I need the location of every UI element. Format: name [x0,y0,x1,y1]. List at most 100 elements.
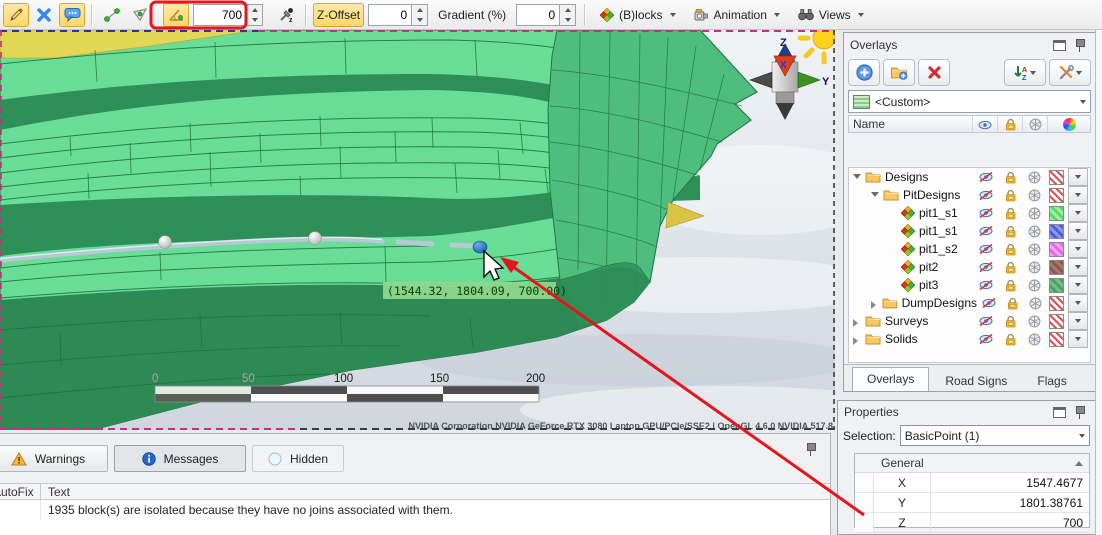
gradient-spin-arrows[interactable] [559,3,577,26]
pin-icon[interactable] [1074,38,1086,52]
expander-icon[interactable] [871,301,876,309]
wheel-toggle[interactable] [1024,297,1047,310]
tree-item-label[interactable]: PitDesigns [903,188,960,202]
tree-row[interactable]: Solids [849,330,1090,348]
swatch-dropdown-button[interactable] [1068,258,1088,276]
wheel-toggle[interactable] [1022,315,1046,328]
lock-toggle[interactable] [998,279,1022,292]
wheel-toggle[interactable] [1022,261,1046,274]
road-point[interactable] [308,231,322,245]
wheel-toggle[interactable] [1022,189,1046,202]
z-offset-spin-arrows[interactable] [411,3,429,26]
swatch-dropdown-button[interactable] [1068,312,1088,330]
tree-row[interactable]: pit1_s2 [849,240,1090,258]
lock-toggle[interactable] [998,333,1022,346]
color-column-header[interactable] [1047,116,1090,132]
maximize-icon[interactable] [1053,39,1066,51]
segment-tool-button[interactable] [99,3,125,27]
tools-button[interactable] [1049,59,1091,86]
views-menu-button[interactable]: Views [790,3,872,27]
tree-row[interactable]: pit1_s1 [849,222,1090,240]
lock-toggle[interactable] [998,171,1022,184]
animation-menu-button[interactable]: Animation [686,3,788,27]
comment-button[interactable] [59,2,85,27]
name-column-header[interactable]: Name [849,117,972,131]
wheel-toggle[interactable] [1022,225,1046,238]
pin-icon[interactable] [805,442,817,456]
visibility-toggle[interactable] [974,315,998,327]
expander-icon[interactable] [853,174,861,179]
wheel-column-header[interactable] [1022,116,1047,132]
z-offset-input[interactable] [368,3,412,26]
add-overlay-button[interactable] [848,59,880,86]
lock-toggle[interactable] [998,225,1022,238]
swatch-dropdown-button[interactable] [1068,330,1088,348]
text-column-header[interactable]: Text [40,484,830,499]
maximize-icon[interactable] [1053,406,1066,418]
color-swatch[interactable] [1048,187,1064,203]
hidden-button[interactable]: Hidden [252,445,344,472]
tree-item-label[interactable]: DumpDesigns [902,296,977,310]
warnings-button[interactable]: Warnings [0,445,108,472]
visibility-toggle[interactable] [974,243,998,255]
tree-item-label[interactable]: Surveys [885,314,928,328]
color-swatch[interactable] [1048,313,1064,329]
tree-item-label[interactable]: pit3 [919,278,938,292]
delete-point-button[interactable] [31,3,57,27]
tree-item-label[interactable]: pit1_s2 [919,242,958,256]
add-folder-button[interactable] [883,59,915,86]
visibility-toggle[interactable] [977,297,1000,309]
wheel-toggle[interactable] [1022,333,1046,346]
lock-toggle[interactable] [998,243,1022,256]
swatch-dropdown-button[interactable] [1068,168,1088,186]
swatch-dropdown-button[interactable] [1068,276,1088,294]
elevation-spin-arrows[interactable] [246,3,263,26]
autofix-column-header[interactable]: AutoFix [0,485,40,499]
tree-item-label[interactable]: pit1_s1 [919,224,958,238]
lock-toggle[interactable] [1000,297,1023,310]
expander-icon[interactable] [853,337,858,345]
selection-combobox[interactable]: BasicPoint (1) [899,425,1090,446]
expander-icon[interactable] [853,319,858,327]
edit-point-button[interactable] [3,2,29,27]
road-point[interactable] [158,235,172,249]
lock-toggle[interactable] [998,261,1022,274]
pick-z-button[interactable]: z [273,3,299,27]
lock-toggle[interactable] [998,207,1022,220]
wheel-toggle[interactable] [1022,207,1046,220]
property-value[interactable]: 700 [931,513,1089,532]
expander-icon[interactable] [871,192,879,197]
tree-row[interactable]: PitDesigns [849,186,1090,204]
property-value[interactable]: 1801.38761 [931,493,1089,512]
color-swatch[interactable] [1048,277,1064,293]
wheel-toggle[interactable] [1022,279,1046,292]
color-swatch[interactable] [1048,205,1064,221]
wheel-toggle[interactable] [1022,243,1046,256]
z-offset-button[interactable]: Z-Offset [313,2,365,27]
visibility-toggle[interactable] [974,207,998,219]
polygon-tool-button[interactable] [127,3,153,27]
3d-viewport[interactable]: (1544.32, 1804.09, 700.00) 0 50 100 150 … [0,30,835,430]
tree-row[interactable]: pit1_s1 [849,204,1090,222]
lock-toggle[interactable] [998,189,1022,202]
visibility-column-header[interactable] [972,116,997,132]
swatch-dropdown-button[interactable] [1068,204,1088,222]
sort-button[interactable]: A Z [1004,59,1046,86]
tab-flags[interactable]: Flags [1023,371,1080,391]
visibility-toggle[interactable] [974,261,998,273]
tree-item-label[interactable]: pit1_s1 [919,206,958,220]
visibility-toggle[interactable] [974,171,998,183]
tree-row[interactable]: Designs [849,168,1090,186]
swatch-dropdown-button[interactable] [1068,186,1088,204]
fixed-elevation-button[interactable] [163,2,189,27]
color-swatch[interactable] [1048,331,1064,347]
swatch-dropdown-button[interactable] [1068,240,1088,258]
elevation-input[interactable] [193,3,246,26]
tab-overlays[interactable]: Overlays [852,367,930,391]
lock-toggle[interactable] [998,315,1022,328]
tree-row[interactable]: pit3 [849,276,1090,294]
tree-item-label[interactable]: Designs [885,170,928,184]
tree-row[interactable]: DumpDesigns [849,294,1090,312]
message-row[interactable]: 1935 block(s) are isolated because they … [0,500,830,521]
remove-overlay-button[interactable] [918,59,950,86]
